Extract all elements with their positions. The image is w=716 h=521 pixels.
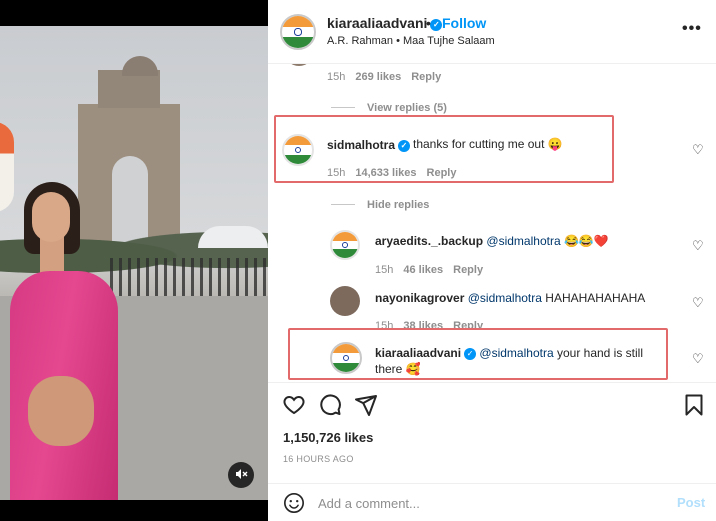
avatar[interactable] — [330, 230, 360, 260]
add-comment-bar: Post — [268, 483, 716, 521]
comments-list[interactable]: 15h 269 likes Reply View replies (5) sidma… — [268, 64, 716, 382]
avatar[interactable] — [284, 64, 314, 66]
post-media[interactable] — [0, 0, 268, 521]
post-timestamp[interactable]: 16 HOURS AGO — [283, 454, 354, 464]
header-separator: • — [426, 15, 431, 31]
reply-button[interactable]: Reply — [453, 264, 483, 276]
flag-edge — [0, 122, 14, 212]
avatar[interactable] — [280, 14, 316, 50]
bookmark-icon[interactable] — [682, 393, 706, 417]
share-icon[interactable] — [354, 393, 378, 417]
mention-link[interactable]: @sidmalhotra — [486, 234, 560, 248]
comment-icon[interactable] — [318, 393, 342, 417]
heart-icon[interactable]: ♡ — [692, 239, 706, 253]
more-options-icon[interactable]: ••• — [682, 20, 702, 38]
emoji-icon[interactable] — [283, 492, 305, 514]
view-replies-button[interactable]: View replies (5) — [331, 102, 447, 114]
likes-count[interactable]: 1,150,726 likes — [283, 430, 373, 445]
comment-meta: 15h 269 likes Reply — [327, 71, 442, 83]
reply-username[interactable]: aryaedits._.backup — [375, 234, 483, 248]
verified-badge-icon: ✓ — [398, 140, 411, 152]
post-panel: kiaraaliaadvani ✓ • Follow A.R. Rahman • … — [268, 0, 716, 521]
post-actions: 1,150,726 likes 16 HOURS AGO — [268, 382, 716, 482]
comment-username[interactable]: sidmalhotra ✓ — [327, 138, 411, 152]
heart-icon[interactable]: ♡ — [692, 143, 706, 157]
avatar[interactable] — [282, 134, 314, 166]
person-face — [32, 192, 70, 242]
heart-icon[interactable] — [282, 393, 306, 417]
mention-link[interactable]: @sidmalhotra — [468, 291, 542, 305]
music-label[interactable]: A.R. Rahman • Maa Tujhe Salaam — [327, 35, 495, 47]
avatar[interactable] — [330, 286, 360, 316]
reply-text: kiaraaliaadvani ✓ @sidmalhotra your hand … — [375, 346, 644, 376]
verified-badge-icon: ✓ — [430, 19, 443, 31]
comment-text: thanks for cutting me out 😛 — [413, 137, 563, 151]
likes-count[interactable]: 269 likes — [355, 71, 401, 83]
heart-icon[interactable]: ♡ — [692, 296, 706, 310]
heart-icon[interactable]: ♡ — [692, 352, 706, 366]
comment-input[interactable] — [318, 492, 658, 514]
reply-username[interactable]: nayonikagrover — [375, 291, 464, 305]
comment-meta: 15h 46 likes Reply — [375, 264, 484, 276]
post-header: kiaraaliaadvani ✓ • Follow A.R. Rahman • … — [268, 0, 716, 64]
hide-replies-button[interactable]: Hide replies — [331, 199, 429, 211]
verified-badge-icon: ✓ — [464, 348, 477, 360]
likes-count[interactable]: 14,633 likes — [355, 167, 416, 179]
reply-button[interactable]: Reply — [427, 167, 457, 179]
likes-count[interactable]: 46 likes — [403, 264, 443, 276]
post-photo — [0, 26, 268, 500]
reply-text: nayonikagrover @sidmalhotra HAHAHAHAHAHA — [375, 291, 646, 305]
mention-link[interactable]: @sidmalhotra — [479, 346, 553, 360]
avatar[interactable] — [330, 342, 362, 374]
comment-meta: 15h 14,633 likes Reply — [327, 167, 457, 179]
gate-dome — [122, 56, 158, 76]
person-neck — [40, 236, 64, 276]
reply-button[interactable]: Reply — [411, 71, 441, 83]
person-arms — [28, 376, 94, 446]
follow-button[interactable]: Follow — [442, 15, 486, 31]
reply-username[interactable]: kiaraaliaadvani — [375, 346, 461, 360]
reply-text: aryaedits._.backup @sidmalhotra 😂😂❤️ — [375, 234, 609, 248]
mute-icon[interactable] — [228, 462, 254, 488]
post-button[interactable]: Post — [677, 495, 705, 510]
umbrella — [198, 226, 268, 248]
